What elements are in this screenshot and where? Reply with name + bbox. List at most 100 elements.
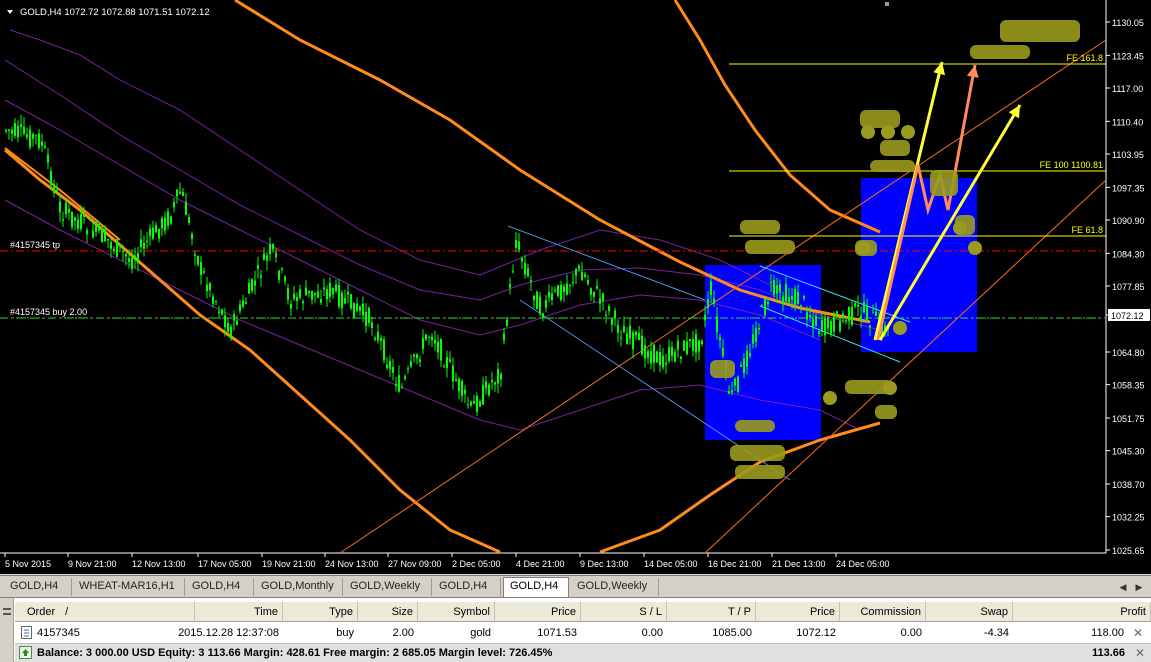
- candle-body: [566, 283, 568, 295]
- annotation-mark: [970, 45, 1030, 59]
- candle-body: [179, 191, 181, 194]
- candle-body: [398, 375, 400, 392]
- candle-body: [815, 315, 817, 326]
- candle-body: [119, 243, 121, 247]
- candle-body: [668, 347, 670, 362]
- candle-body: [203, 271, 205, 273]
- candle-body: [257, 265, 259, 269]
- price-chart[interactable]: FE 161.8 FE 100 1100.81 FE 61.8 GOLD,H4 107…: [0, 0, 1151, 574]
- tab-gold-h4-3[interactable]: GOLD,H4: [433, 578, 501, 596]
- candle-body: [404, 376, 406, 379]
- order-swap: -4.34: [983, 627, 1009, 639]
- time-tick-label: 17 Nov 05:00: [198, 559, 252, 569]
- annotation-mark: [870, 160, 915, 172]
- col-tp-header[interactable]: T / P: [667, 602, 756, 622]
- tab-gold-h4-2[interactable]: GOLD,H4: [186, 578, 254, 596]
- col-current-price-header[interactable]: Price: [756, 602, 840, 622]
- balance-close-icon[interactable]: ✕: [1135, 644, 1145, 662]
- tab-gold-weekly-2[interactable]: GOLD,Weekly: [571, 578, 659, 596]
- candle-body: [401, 386, 403, 388]
- candle-body: [41, 141, 43, 146]
- order-take-profit[interactable]: 1085.00: [667, 624, 756, 642]
- col-swap-header[interactable]: Swap: [926, 602, 1013, 622]
- close-order-icon[interactable]: ✕: [1133, 626, 1143, 640]
- trend-line: [339, 39, 1107, 554]
- candle-body: [359, 306, 361, 312]
- candle-body: [371, 322, 373, 329]
- candle-body: [323, 287, 325, 290]
- time-tick-label: 24 Dec 05:00: [836, 559, 890, 569]
- time-tick-label: 14 Dec 05:00: [644, 559, 698, 569]
- candle-body: [698, 340, 700, 352]
- candle-body: [482, 384, 484, 405]
- col-commission-header[interactable]: Commission: [840, 602, 926, 622]
- tab-gold-monthly[interactable]: GOLD,Monthly: [255, 578, 343, 596]
- candle-body: [782, 296, 784, 305]
- tab-gold-h4-1[interactable]: GOLD,H4: [4, 578, 72, 596]
- col-sl-header[interactable]: S / L: [581, 602, 667, 622]
- annotation-mark: [893, 321, 907, 335]
- candle-body: [743, 358, 745, 374]
- candle-body: [521, 257, 523, 262]
- candle-body: [185, 201, 187, 216]
- order-icon: [17, 626, 33, 644]
- candle-body: [626, 333, 628, 344]
- candle-body: [26, 134, 28, 138]
- annotation-mark: [881, 125, 895, 139]
- candle-body: [614, 310, 616, 318]
- candle-body: [326, 289, 328, 300]
- candle-body: [710, 281, 712, 296]
- col-type-header[interactable]: Type: [283, 602, 358, 622]
- candle-body: [503, 333, 505, 341]
- candle-body: [272, 244, 274, 250]
- tab-scroll-right-icon[interactable]: ▶: [1132, 580, 1146, 594]
- candle-body: [833, 315, 835, 332]
- annotation-mark: [901, 125, 915, 139]
- candle-body: [410, 361, 412, 367]
- candle-body: [446, 357, 448, 369]
- candle-body: [248, 283, 250, 294]
- order-tp-label: #4157345 tp: [10, 240, 60, 250]
- candle-body: [338, 285, 340, 307]
- candle-body: [194, 254, 196, 256]
- tab-scroll-left-icon[interactable]: ◀: [1116, 580, 1130, 594]
- chart-window[interactable]: FE 161.8 FE 100 1100.81 FE 61.8 GOLD,H4 107…: [0, 0, 1151, 574]
- candle-body: [785, 284, 787, 302]
- candle-body: [59, 201, 61, 213]
- col-price-header[interactable]: Price: [495, 602, 581, 622]
- col-time-header[interactable]: Time: [195, 602, 283, 622]
- col-symbol-header[interactable]: Symbol: [418, 602, 495, 622]
- candle-body: [209, 283, 211, 290]
- candle-body: [755, 328, 757, 342]
- col-size-header[interactable]: Size: [358, 602, 418, 622]
- candle-body: [419, 359, 421, 362]
- candle-body: [305, 287, 307, 296]
- sidebar-grip-icon: [3, 608, 11, 610]
- tab-gold-h4-active[interactable]: GOLD,H4: [503, 577, 569, 597]
- candle-body: [17, 125, 19, 138]
- candle-body: [494, 382, 496, 385]
- candle-body: [680, 356, 682, 359]
- balance-summary: Balance: 3 000.00 USD Equity: 3 113.66 M…: [37, 647, 553, 659]
- candle-body: [476, 396, 478, 412]
- candle-body: [479, 401, 481, 407]
- candle-body: [53, 184, 55, 193]
- tab-wheat-h1[interactable]: WHEAT-MAR16,H1: [73, 578, 185, 596]
- candle-body: [638, 332, 640, 340]
- candle-body: [770, 281, 772, 283]
- annotation-mark: [880, 140, 910, 156]
- candle-body: [686, 341, 688, 355]
- candle-body: [734, 378, 736, 386]
- col-order-header[interactable]: Order /: [15, 602, 195, 622]
- candle-body: [263, 253, 265, 260]
- tab-gold-weekly-1[interactable]: GOLD,Weekly: [344, 578, 432, 596]
- candle-body: [395, 383, 397, 386]
- terminal-sidebar[interactable]: [0, 598, 14, 662]
- candle-body: [92, 230, 94, 238]
- candle-body: [74, 217, 76, 221]
- order-stop-loss[interactable]: 0.00: [581, 624, 667, 642]
- fibonacci-label: FE 161.8: [1066, 53, 1103, 63]
- annotation-mark: [823, 391, 837, 405]
- candle-body: [794, 288, 796, 305]
- col-profit-header[interactable]: Profit: [1013, 602, 1151, 622]
